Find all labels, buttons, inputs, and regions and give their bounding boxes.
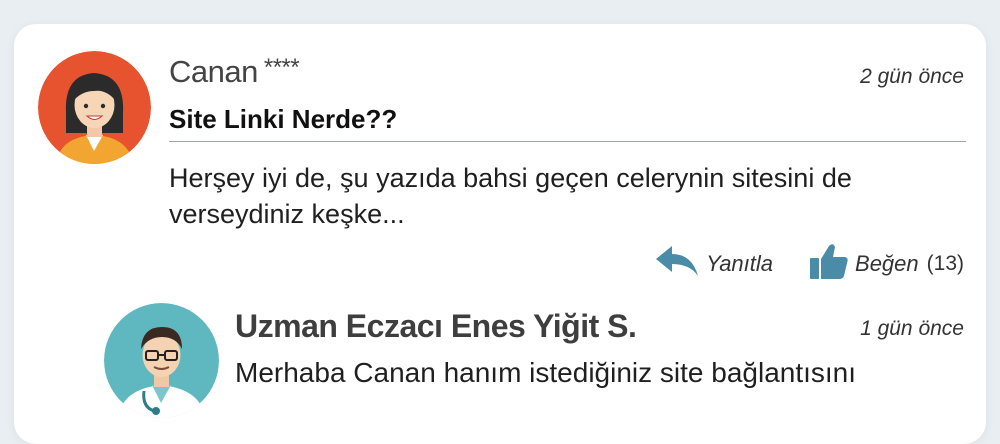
- reply-arrow-icon: [654, 243, 700, 284]
- comment-card: Canan **** 2 gün önce Site Linki Nerde?? …: [14, 24, 986, 444]
- comment-actions: Yanıtla Beğen (13): [654, 242, 964, 285]
- reply-author: Uzman Eczacı Enes Yiğit S.: [235, 308, 637, 344]
- like-count: (13): [926, 251, 964, 275]
- reply-label: Yanıtla: [706, 250, 774, 276]
- author-name: Canan: [169, 54, 258, 89]
- author-stars: ****: [263, 54, 300, 81]
- reply-time: 1 gün önce: [860, 317, 964, 340]
- like-button[interactable]: Beğen (13): [809, 242, 964, 285]
- reply-body: Merhaba Canan hanım istediğiniz site bağ…: [235, 357, 857, 388]
- comment-subject: Site Linki Nerde??: [169, 104, 398, 134]
- like-label: Beğen: [855, 250, 919, 276]
- comment-body: Herşey iyi de, şu yazıda bahsi geçen cel…: [169, 163, 852, 229]
- comment-time: 2 gün önce: [860, 65, 964, 88]
- avatar-enes: [104, 303, 219, 418]
- reply-button[interactable]: Yanıtla: [654, 243, 773, 284]
- divider: [169, 141, 966, 142]
- thumbs-up-icon: [809, 242, 849, 285]
- avatar-canan: [38, 51, 151, 164]
- comment-author: Canan ****: [169, 54, 300, 90]
